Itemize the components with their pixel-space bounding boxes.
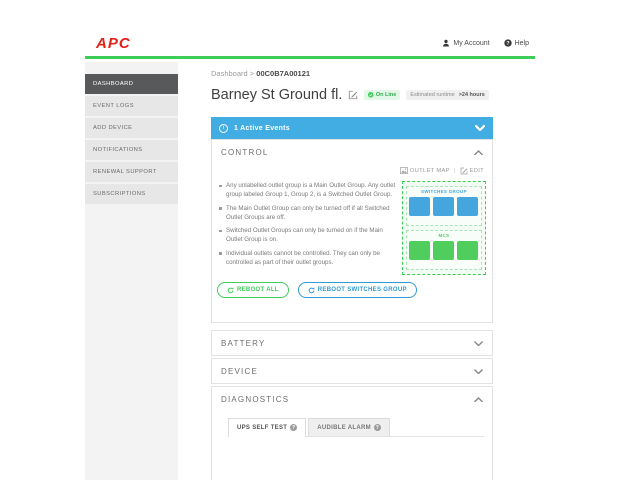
chevron-up-icon[interactable] [474, 149, 483, 156]
control-links: OUTLET MAP | EDIT [212, 165, 492, 176]
control-section: CONTROL OUTLET MAP | EDIT Any unlabelled… [211, 139, 493, 323]
breadcrumb-device-id: 00C0B7A00121 [256, 69, 311, 78]
breadcrumb-dashboard-link[interactable]: Dashboard [211, 69, 248, 78]
outlet-group-label: SWITCHES GROUP [421, 189, 467, 194]
outlet-group: MCS [405, 230, 482, 270]
tab-ups-self-test[interactable]: UPS SELF TEST ? [228, 418, 307, 437]
tab-ups-self-test-label: UPS SELF TEST [237, 424, 288, 431]
battery-section-header[interactable]: BATTERY [212, 331, 492, 356]
runtime-label: Estimated runtime [410, 92, 455, 98]
diagnostics-section-header[interactable]: DIAGNOSTICS [212, 387, 492, 412]
help-circle-icon[interactable]: ? [373, 424, 381, 431]
device-title-row: Barney St Ground fl. On Line Estimated r… [211, 85, 489, 105]
sidebar-item-notifications[interactable]: NOTIFICATIONS [85, 140, 178, 160]
refresh-icon [308, 286, 315, 293]
page-title: Barney St Ground fl. [211, 87, 343, 103]
chevron-down-icon[interactable] [474, 340, 483, 347]
edit-title-button[interactable] [348, 90, 358, 100]
breadcrumb-separator: > [249, 69, 255, 78]
runtime-badge: Estimated runtime >24 hours [406, 90, 489, 100]
battery-section-title: BATTERY [221, 339, 266, 348]
sidebar: DASHBOARD EVENT LOGS ADD DEVICE NOTIFICATIO… [85, 62, 178, 480]
diagnostics-section: DIAGNOSTICS UPS SELF TEST ? AUDIBLE ALAR… [211, 386, 493, 480]
outlet [409, 241, 431, 260]
sidebar-item-subscriptions[interactable]: SUBSCRIPTIONS [85, 184, 178, 204]
control-note: Individual outlets cannot be controlled.… [218, 249, 396, 268]
reboot-switches-group-label: REBOOT SWITCHES GROUP [317, 287, 407, 293]
outlet-squares [407, 241, 481, 260]
check-circle-icon [368, 92, 374, 98]
device-section: DEVICE [211, 358, 493, 384]
outlet-map-link[interactable]: OUTLET MAP [399, 167, 450, 174]
pencil-square-icon [460, 167, 467, 174]
apc-logo: APC [96, 34, 131, 52]
help-circle-icon[interactable]: ? [290, 424, 298, 431]
svg-text:?: ? [506, 41, 509, 47]
header-actions: My Account ? Help [442, 39, 529, 47]
control-section-header[interactable]: CONTROL [212, 140, 492, 165]
reboot-switches-group-button[interactable]: REBOOT SWITCHES GROUP [297, 282, 417, 298]
edit-outlet-link[interactable]: EDIT [460, 167, 484, 175]
control-body: Any unlabelled outlet group is a Main Ou… [212, 176, 492, 275]
outlet [457, 241, 479, 260]
active-events-banner[interactable]: i 1 Active Events [211, 117, 493, 139]
status-badge: On Line [364, 90, 401, 100]
breadcrumb: Dashboard > 00C0B7A00121 [211, 69, 310, 78]
outlet-group: SWITCHES GROUP [405, 186, 482, 226]
control-note: The Main Outlet Group can only be turned… [218, 204, 396, 223]
device-section-title: DEVICE [221, 367, 258, 376]
reboot-all-label: REBOOT ALL [237, 287, 279, 293]
edit-link-label: EDIT [469, 167, 484, 174]
outlet [457, 197, 479, 216]
page: APC My Account ? Help DASHBOARD EVENT LOG… [0, 0, 640, 480]
link-divider: | [453, 167, 456, 174]
sidebar-items: DASHBOARD EVENT LOGS ADD DEVICE NOTIFICATIO… [85, 74, 178, 204]
chevron-up-icon[interactable] [474, 396, 483, 403]
status-label: On Line [375, 92, 397, 98]
refresh-icon [227, 286, 234, 293]
app-header: APC My Account ? Help [85, 30, 535, 59]
my-account-button[interactable]: My Account [442, 39, 490, 47]
sidebar-item-dashboard[interactable]: DASHBOARD [85, 74, 178, 94]
pencil-square-icon [349, 90, 358, 100]
sidebar-item-renewal-support[interactable]: RENEWAL SUPPORT [85, 162, 178, 182]
control-buttons: REBOOT ALL REBOOT SWITCHES GROUP [212, 275, 492, 298]
outlet [433, 241, 455, 260]
sidebar-item-event-logs[interactable]: EVENT LOGS [85, 96, 178, 116]
runtime-value: >24 hours [458, 92, 485, 98]
diagnostics-tab-content [212, 437, 492, 477]
help-label: Help [514, 39, 529, 47]
chevron-down-icon[interactable] [474, 368, 483, 375]
active-events-text: 1 Active Events [234, 124, 290, 132]
outlet-squares [407, 197, 481, 216]
tab-audible-alarm[interactable]: AUDIBLE ALARM ? [308, 418, 390, 436]
tab-audible-alarm-label: AUDIBLE ALARM [317, 424, 371, 431]
chevron-down-icon[interactable] [475, 125, 485, 131]
outlet-map-link-label: OUTLET MAP [409, 167, 450, 174]
diagnostics-section-title: DIAGNOSTICS [221, 395, 290, 404]
info-icon: i [219, 123, 228, 133]
help-button[interactable]: ? Help [503, 39, 529, 47]
sidebar-item-add-device[interactable]: ADD DEVICE [85, 118, 178, 138]
control-note: Any unlabelled outlet group is a Main Ou… [218, 181, 396, 200]
image-icon [399, 167, 408, 174]
diagnostics-tabs: UPS SELF TEST ? AUDIBLE ALARM ? [228, 418, 484, 437]
help-icon: ? [503, 39, 512, 47]
outlet [409, 197, 431, 216]
outlet-map: SWITCHES GROUP MCS [401, 181, 486, 275]
device-section-header[interactable]: DEVICE [212, 359, 492, 384]
outlet [433, 197, 455, 216]
battery-section: BATTERY [211, 330, 493, 356]
control-notes-list: Any unlabelled outlet group is a Main Ou… [218, 181, 396, 275]
control-section-title: CONTROL [221, 148, 269, 157]
user-icon [442, 39, 450, 47]
my-account-label: My Account [453, 39, 490, 47]
outlet-group-label: MCS [438, 233, 450, 238]
control-note: Switched Outlet Groups can only be turne… [218, 226, 396, 245]
reboot-all-button[interactable]: REBOOT ALL [217, 282, 289, 298]
